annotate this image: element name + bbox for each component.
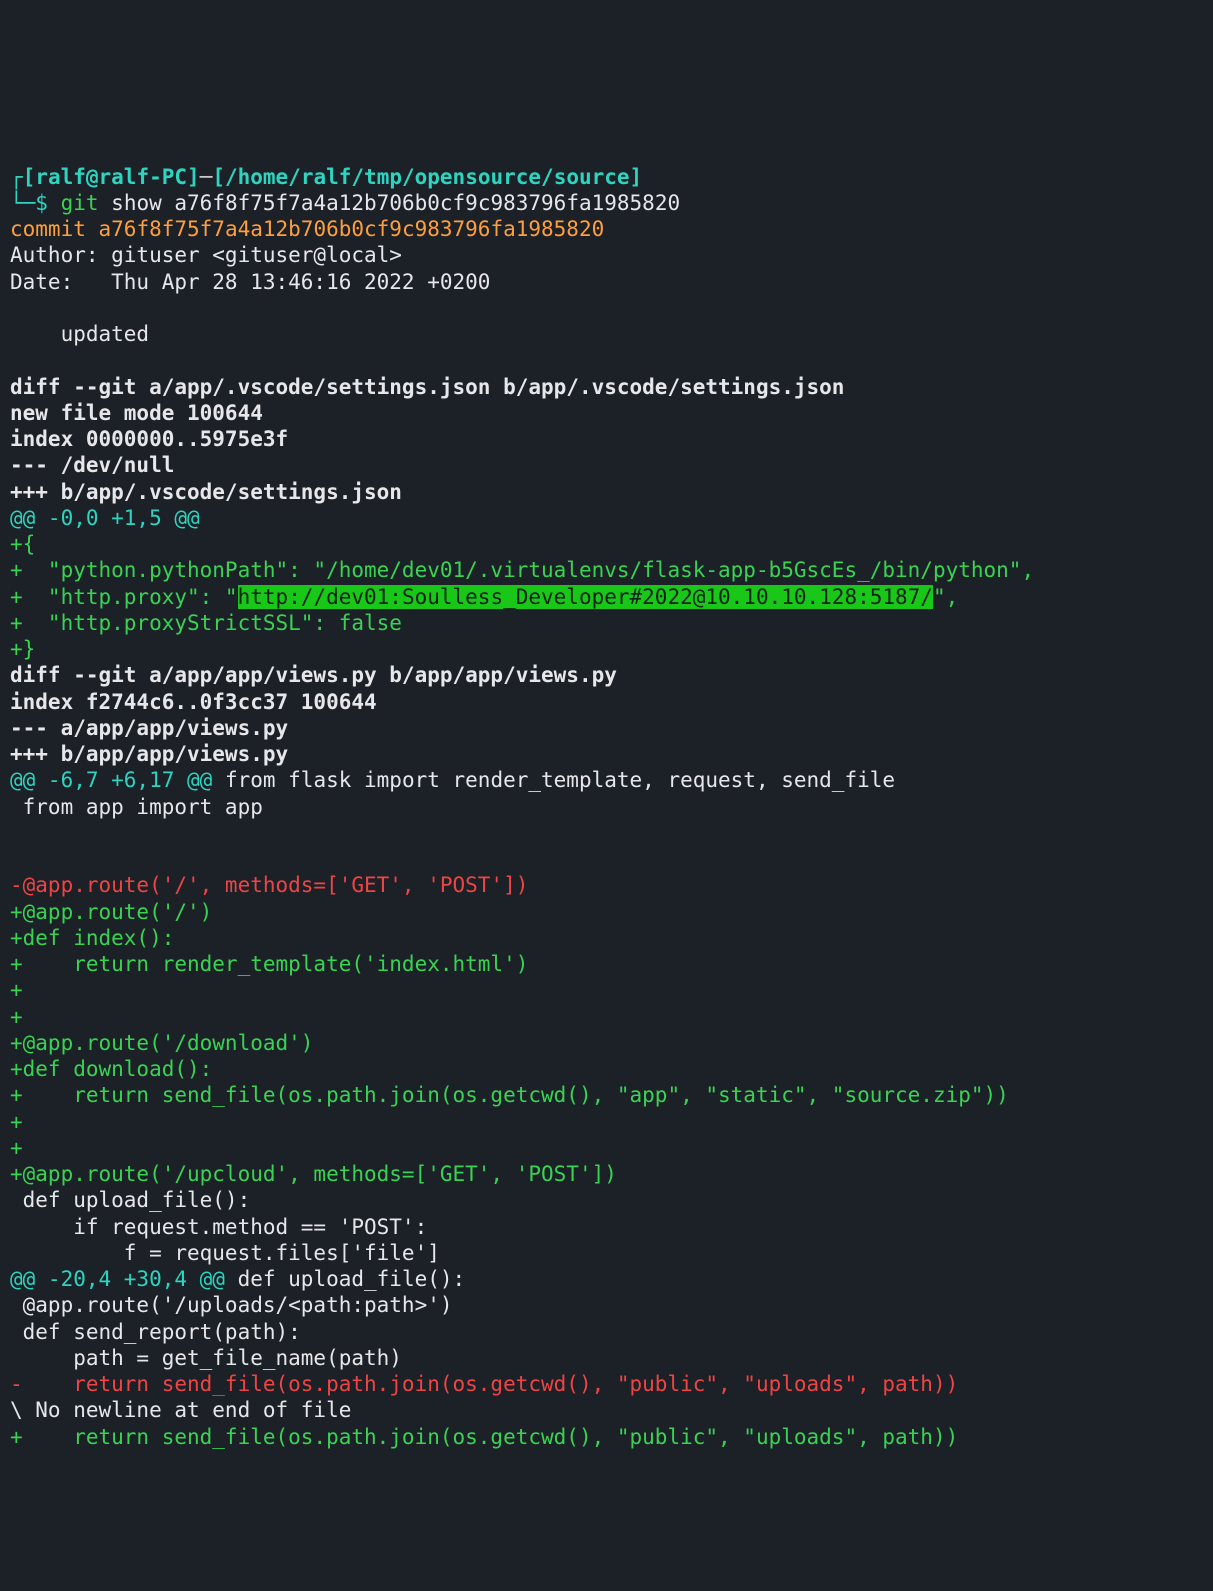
diff-add: ", bbox=[933, 585, 958, 609]
prompt-user-host: [ralf@ralf-PC] bbox=[23, 165, 200, 189]
diff-context: path = get_file_name(path) bbox=[10, 1346, 402, 1370]
diff-add: + "http.proxy": " bbox=[10, 585, 238, 609]
diff-add: +{ bbox=[10, 532, 35, 556]
diff-add: + bbox=[10, 1136, 23, 1160]
diff-index: index f2744c6..0f3cc37 100644 bbox=[10, 690, 377, 714]
diff-context: if request.method == 'POST': bbox=[10, 1215, 427, 1239]
diff-hunk: @@ -6,7 +6,17 @@ bbox=[10, 768, 212, 792]
commit-date: Date: Thu Apr 28 13:46:16 2022 +0200 bbox=[10, 270, 490, 294]
diff-add: +def index(): bbox=[10, 926, 174, 950]
diff-add: +def download(): bbox=[10, 1057, 212, 1081]
command-args[interactable]: show a76f8f75f7a4a12b706b0cf9c983796fa19… bbox=[99, 191, 681, 215]
prompt-corner-top: ┌ bbox=[10, 165, 23, 189]
diff-remove: - return send_file(os.path.join(os.getcw… bbox=[10, 1372, 958, 1396]
proxy-url-highlight: http://dev01:Soulless_Developer#2022@10.… bbox=[238, 585, 933, 609]
diff-add: + bbox=[10, 1005, 23, 1029]
commit-label: commit bbox=[10, 217, 99, 241]
diff-add: + return send_file(os.path.join(os.getcw… bbox=[10, 1083, 1009, 1107]
diff-add: + "python.pythonPath": "/home/dev01/.vir… bbox=[10, 558, 1034, 582]
commit-author: Author: gituser <gituser@local> bbox=[10, 243, 402, 267]
diff-add: +@app.route('/upcloud', methods=['GET', … bbox=[10, 1162, 617, 1186]
diff-hunk: @@ -20,4 +30,4 @@ bbox=[10, 1267, 225, 1291]
diff-hunk-context: def upload_file(): bbox=[225, 1267, 465, 1291]
diff-hunk: @@ -0,0 +1,5 @@ bbox=[10, 506, 200, 530]
prompt-corner-bottom: └─ bbox=[10, 191, 35, 215]
diff-hunk-context: from flask import render_template, reque… bbox=[212, 768, 895, 792]
diff-add: +@app.route('/download') bbox=[10, 1031, 313, 1055]
diff-context: def upload_file(): bbox=[10, 1188, 250, 1212]
diff-index: index 0000000..5975e3f bbox=[10, 427, 288, 451]
diff-context: def send_report(path): bbox=[10, 1320, 301, 1344]
diff-from: --- a/app/app/views.py bbox=[10, 716, 288, 740]
diff-header: diff --git a/app/.vscode/settings.json b… bbox=[10, 375, 844, 399]
prompt-dollar: $ bbox=[35, 191, 60, 215]
prompt-cwd: [/home/ralf/tmp/opensource/source] bbox=[212, 165, 642, 189]
diff-to: +++ b/app/.vscode/settings.json bbox=[10, 480, 402, 504]
diff-add: +@app.route('/') bbox=[10, 900, 212, 924]
diff-to: +++ b/app/app/views.py bbox=[10, 742, 288, 766]
diff-context: from app import app bbox=[10, 795, 263, 819]
diff-context: f = request.files['file'] bbox=[10, 1241, 440, 1265]
diff-add: +} bbox=[10, 637, 35, 661]
commit-message: updated bbox=[10, 322, 149, 346]
diff-add: + bbox=[10, 978, 23, 1002]
diff-nonewline: \ No newline at end of file bbox=[10, 1398, 351, 1422]
diff-add: + bbox=[10, 1110, 23, 1134]
diff-header: diff --git a/app/app/views.py b/app/app/… bbox=[10, 663, 617, 687]
diff-context: @app.route('/uploads/<path:path>') bbox=[10, 1293, 453, 1317]
commit-hash: a76f8f75f7a4a12b706b0cf9c983796fa1985820 bbox=[99, 217, 605, 241]
diff-from: --- /dev/null bbox=[10, 453, 174, 477]
diff-add: + return send_file(os.path.join(os.getcw… bbox=[10, 1425, 958, 1449]
terminal-output: ┌[ralf@ralf-PC]─[/home/ralf/tmp/opensour… bbox=[0, 131, 1213, 1460]
prompt-sep: ─ bbox=[200, 165, 213, 189]
command-binary[interactable]: git bbox=[61, 191, 99, 215]
diff-newmode: new file mode 100644 bbox=[10, 401, 263, 425]
diff-remove: -@app.route('/', methods=['GET', 'POST']… bbox=[10, 873, 528, 897]
diff-add: + "http.proxyStrictSSL": false bbox=[10, 611, 402, 635]
diff-add: + return render_template('index.html') bbox=[10, 952, 528, 976]
